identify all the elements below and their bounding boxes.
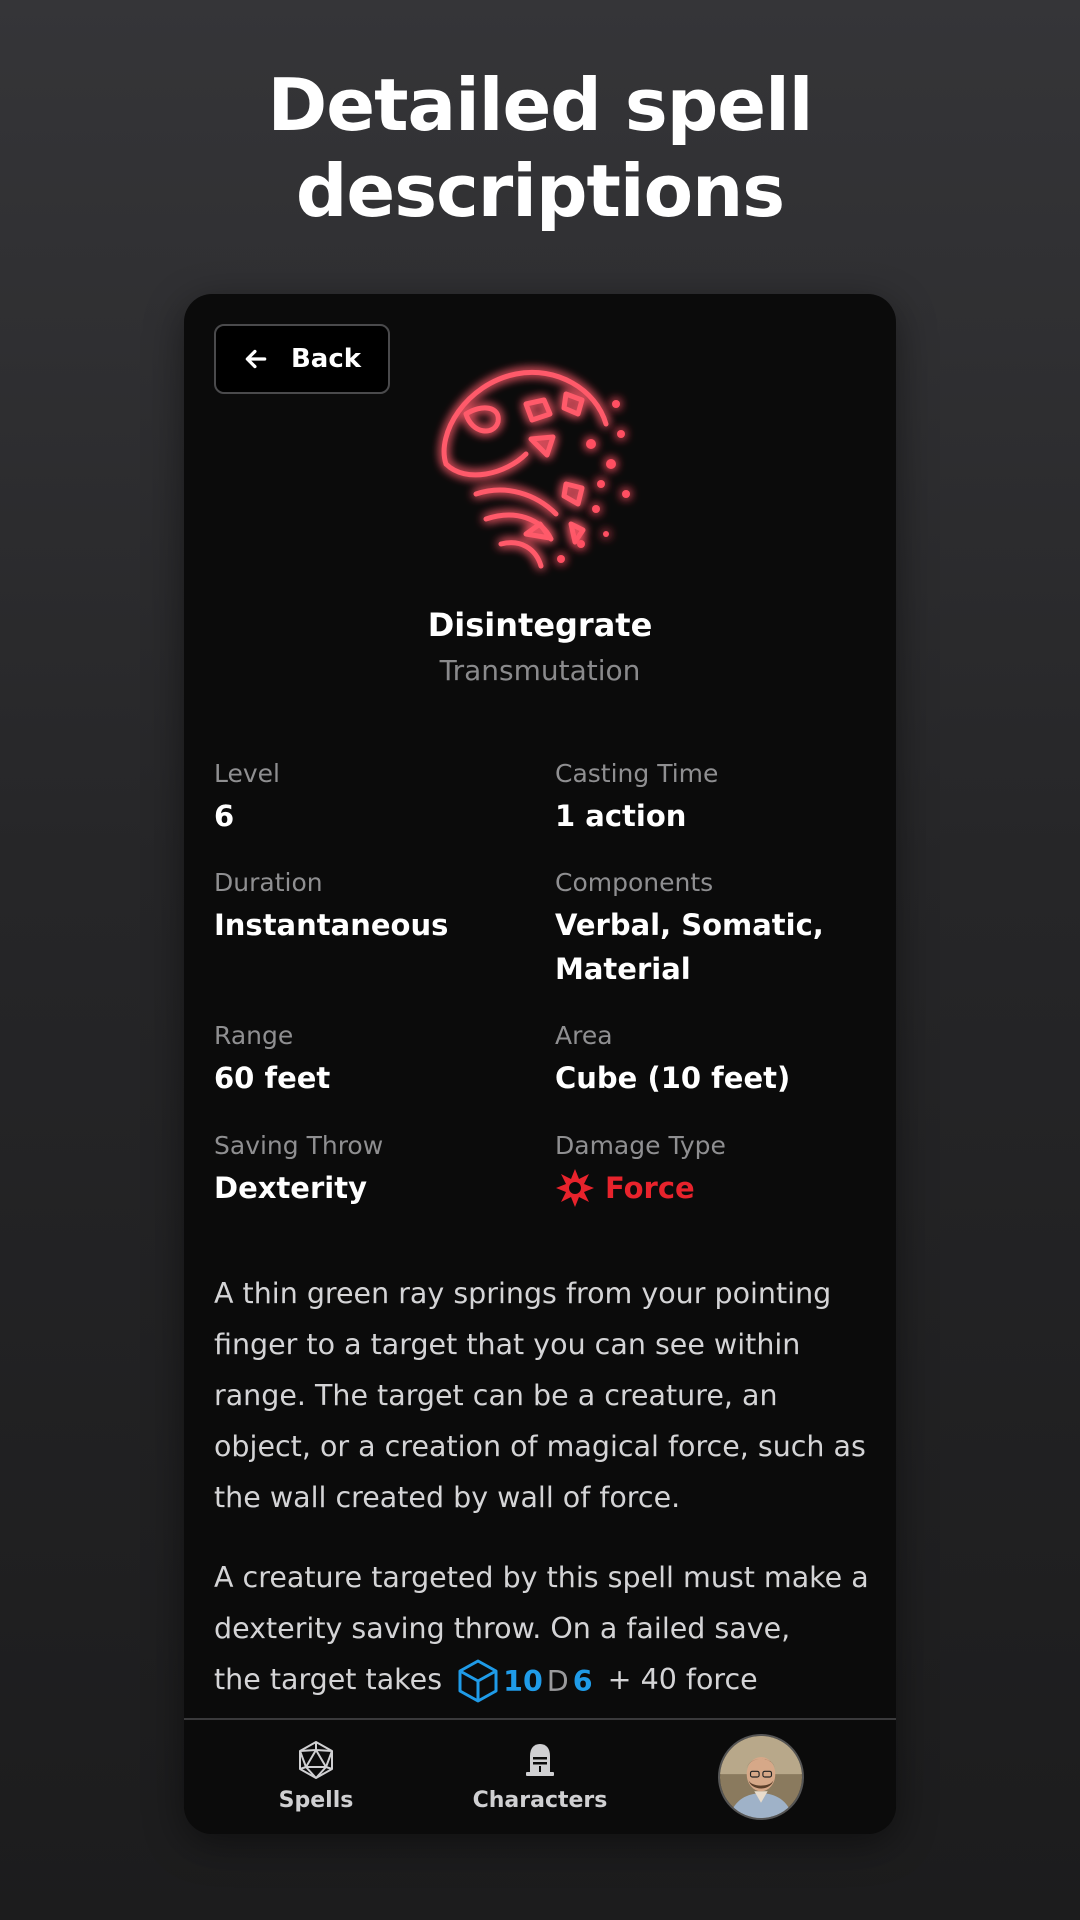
headline-line-2: descriptions <box>295 149 785 233</box>
spell-name: Disintegrate <box>427 606 653 644</box>
knight-helmet-icon <box>526 1744 554 1776</box>
page-headline: Detailed spell descriptions <box>0 62 1080 234</box>
description-text: the target takes <box>214 1663 443 1696</box>
stat-label: Components <box>555 868 714 897</box>
description-paragraph-2: A creature targeted by this spell must m… <box>214 1552 874 1707</box>
dice-d: D <box>546 1664 569 1698</box>
stat-saving-throw: Saving Throw Dexterity <box>214 1130 534 1210</box>
stat-casting-time: Casting Time 1 action <box>555 758 875 838</box>
nav-item-characters[interactable]: Characters <box>460 1740 620 1813</box>
spell-illustration <box>441 369 630 569</box>
stat-area: Area Cube (10 feet) <box>555 1020 875 1100</box>
back-button[interactable]: Back <box>214 324 390 394</box>
arrow-left-icon <box>245 349 267 369</box>
stat-value: Force <box>555 1166 875 1210</box>
stat-label: Saving Throw <box>214 1131 384 1160</box>
stat-value: 60 feet <box>214 1061 331 1095</box>
dice-count: 10 <box>503 1664 543 1698</box>
dice-cube-icon <box>458 1659 498 1703</box>
spell-school: Transmutation <box>439 654 641 687</box>
stat-label: Area <box>555 1021 613 1050</box>
stat-components: Components Verbal, Somatic, Material <box>555 867 875 991</box>
stat-duration: Duration Instantaneous <box>214 867 534 947</box>
phone-screen: Back Disintegrate Transmutation Level 6 … <box>184 294 896 1834</box>
headline-line-1: Detailed spell <box>267 63 814 147</box>
nav-item-spells[interactable]: Spells <box>236 1740 396 1813</box>
stat-range: Range 60 feet <box>214 1020 534 1100</box>
stat-damage-type: Damage Type Force <box>555 1130 875 1210</box>
stat-level: Level 6 <box>214 758 534 838</box>
description-paragraph-1: A thin green ray springs from your point… <box>214 1277 866 1514</box>
force-burst-icon <box>556 1169 594 1207</box>
back-button-label: Back <box>290 344 362 374</box>
stat-value: Instantaneous <box>214 908 449 942</box>
stat-value: 1 action <box>555 799 687 833</box>
stat-value: Dexterity <box>214 1171 367 1205</box>
description-text: + 40 force <box>607 1663 758 1696</box>
nav-label: Characters <box>472 1788 608 1813</box>
stat-value: Cube (10 feet) <box>555 1061 791 1095</box>
stat-label: Casting Time <box>555 759 719 788</box>
stat-label: Range <box>214 1021 294 1050</box>
stat-label: Damage Type <box>555 1131 726 1160</box>
description-text: A creature targeted by this spell must m… <box>214 1561 869 1645</box>
dice-roll[interactable]: 10 D 6 <box>457 1656 593 1707</box>
stat-value: Verbal, Somatic, Material <box>555 903 875 991</box>
avatar-image <box>720 1736 802 1818</box>
stat-value-line-2: Material <box>555 952 691 986</box>
damage-type-label: Force <box>605 1171 695 1205</box>
bottom-navigation: Spells Characters <box>184 1718 896 1834</box>
stat-label: Level <box>214 759 280 788</box>
stat-value: 6 <box>214 799 235 833</box>
stat-label: Duration <box>214 868 323 897</box>
avatar[interactable] <box>718 1734 804 1820</box>
stat-value-line-1: Verbal, Somatic, <box>555 908 824 942</box>
d20-icon <box>299 1741 333 1779</box>
dice-sides: 6 <box>572 1664 593 1698</box>
nav-label: Spells <box>278 1788 354 1813</box>
